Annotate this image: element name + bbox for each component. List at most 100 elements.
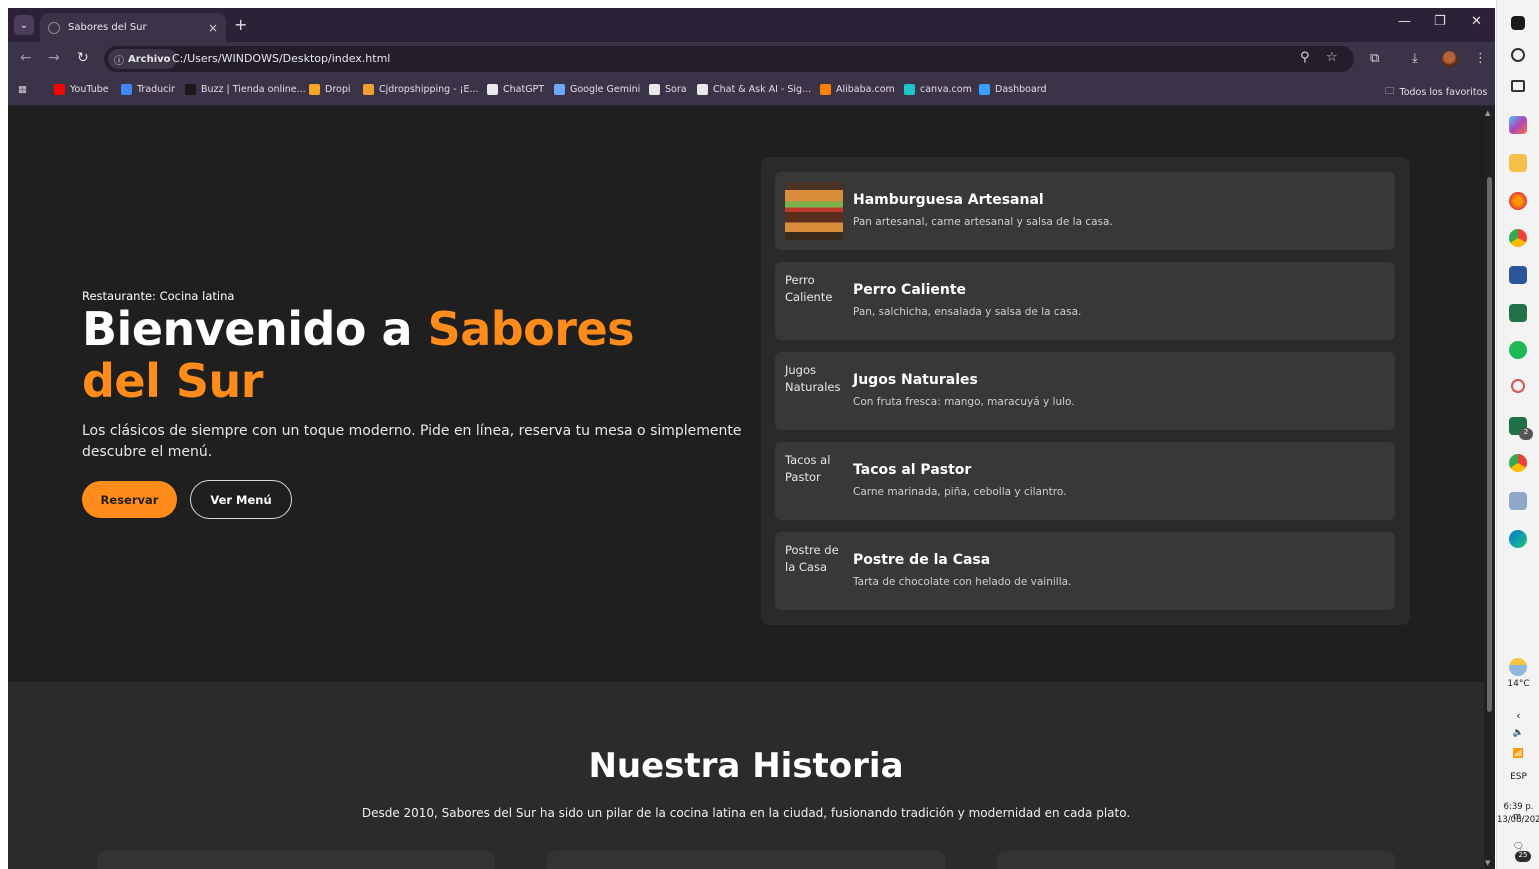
bookmark-item[interactable]: ChatGPT [487, 84, 544, 95]
menu-dots-icon[interactable]: ⋮ [1474, 51, 1487, 66]
address-bar[interactable]: ⓘ Archivo C:/Users/WINDOWS/Desktop/index… [104, 46, 1354, 72]
menu-item-description: Con fruta fresca: mango, maracuyá y lulo… [853, 396, 1075, 408]
bookmark-label: ChatGPT [503, 84, 545, 95]
bookmark-favicon-icon [820, 84, 831, 95]
menu-item-name: Tacos al Pastor [853, 462, 972, 478]
bookmark-label: Alibaba.com [836, 84, 895, 95]
bookmark-item[interactable]: Dashboard [979, 84, 1047, 95]
reserve-button[interactable]: Reservar [82, 481, 177, 518]
bookmark-item[interactable]: Buzz | Tienda online... [185, 84, 306, 95]
copilot-icon[interactable] [1509, 116, 1527, 134]
menu-card[interactable]: Postre de la Casa Postre de la Casa Tarta … [775, 532, 1395, 610]
forward-icon[interactable]: → [48, 50, 60, 66]
wifi-icon[interactable]: 📶 [1497, 749, 1539, 759]
firefox-icon[interactable] [1509, 192, 1527, 210]
extensions-icon[interactable]: ⧉ [1370, 51, 1379, 66]
bookmark-item[interactable]: Cjdropshipping - ¡E... [363, 84, 479, 95]
zoom-icon[interactable]: ⚲ [1300, 50, 1310, 65]
restore-icon[interactable]: ❐ [1434, 14, 1446, 29]
all-favorites[interactable]: 🗀 Todos los favoritos [1385, 84, 1487, 100]
globe-icon [48, 21, 60, 34]
menu-card[interactable]: Perro Caliente Perro Caliente Pan, salchic… [775, 262, 1395, 340]
apps-grid-icon[interactable]: ▦ [18, 84, 27, 95]
tab-title: Sabores del Sur [68, 22, 147, 33]
bookmark-label: Buzz | Tienda online... [201, 84, 306, 95]
site-info-label: Archivo [128, 53, 171, 65]
bookmark-favicon-icon [904, 84, 915, 95]
bookmark-favicon-icon [979, 84, 990, 95]
tab-search-button[interactable]: ⌄ [14, 15, 34, 35]
bookmark-item[interactable]: Sora [649, 84, 687, 95]
broken-image-alt-text: Jugos Naturales [785, 363, 841, 394]
volume-icon[interactable]: 🔈 [1497, 728, 1539, 738]
download-icon[interactable]: ⤓ [1412, 51, 1418, 66]
bookmark-label: Chat & Ask AI - Sig... [713, 84, 812, 95]
web-page: Restaurante: Cocina latina Bienvenido a … [8, 107, 1484, 869]
app-icon[interactable] [1511, 379, 1525, 393]
menu-card[interactable]: Jugos Naturales Jugos Naturales Con fruta … [775, 352, 1395, 430]
menu-item-image: Tacos al Pastor [785, 452, 843, 510]
app-window-icon[interactable] [1509, 492, 1527, 510]
minimize-icon[interactable]: — [1398, 14, 1411, 29]
bookmark-favicon-icon [309, 84, 320, 95]
spotify-icon[interactable] [1509, 341, 1527, 359]
hero-title: Bienvenido a Sabores del Sur [82, 303, 722, 407]
chevron-left-icon[interactable]: ‹ [1497, 709, 1539, 722]
task-view-icon[interactable] [1511, 80, 1525, 92]
bookmark-label: YouTube [70, 84, 109, 95]
bookmark-label: Traducir [137, 84, 175, 95]
menu-item-image: Postre de la Casa [785, 542, 843, 600]
menu-item-name: Hamburguesa Artesanal [853, 192, 1044, 208]
scroll-down-icon[interactable]: ▼ [1485, 859, 1490, 867]
history-title: Nuestra Historia [588, 746, 904, 786]
language-indicator[interactable]: ESP [1497, 772, 1539, 782]
history-card [547, 851, 945, 869]
scrollbar-thumb[interactable] [1487, 177, 1492, 712]
reload-icon[interactable]: ↻ [77, 50, 89, 66]
file-explorer-icon[interactable] [1509, 154, 1527, 172]
bookmarks-bar: ▦ YouTube Traducir Buzz | Tienda online...… [8, 76, 1495, 106]
excel-icon[interactable] [1509, 304, 1527, 322]
bookmark-item[interactable]: Google Gemini [554, 84, 640, 95]
site-info-chip[interactable]: ⓘ Archivo [108, 49, 177, 69]
history-section: Nuestra Historia Desde 2010, Sabores del… [8, 682, 1484, 869]
weather-icon[interactable] [1509, 658, 1527, 676]
start-icon[interactable] [1511, 16, 1525, 30]
bookmark-item[interactable]: canva.com [904, 84, 972, 95]
menu-item-name: Jugos Naturales [853, 372, 978, 388]
bookmark-label: Google Gemini [570, 84, 641, 95]
browser-toolbar: ← → ↻ ⓘ Archivo C:/Users/WINDOWS/Desktop… [8, 42, 1495, 76]
close-window-icon[interactable]: ✕ [1471, 14, 1482, 29]
bookmark-label: Cjdropshipping - ¡E... [379, 84, 479, 95]
bookmark-item[interactable]: Alibaba.com [820, 84, 895, 95]
menu-item-description: Carne marinada, piña, cebolla y cilantro… [853, 486, 1067, 498]
bookmark-favicon-icon [363, 84, 374, 95]
scroll-up-icon[interactable]: ▲ [1485, 109, 1490, 117]
view-menu-button[interactable]: Ver Menú [190, 480, 292, 519]
search-icon[interactable] [1511, 48, 1525, 62]
hero-title-prefix: Bienvenido a [82, 302, 428, 356]
tab-active[interactable]: Sabores del Sur × [40, 13, 226, 42]
edge-icon[interactable] [1509, 530, 1527, 548]
bookmark-item[interactable]: YouTube [54, 84, 109, 95]
bookmark-favicon-icon [185, 84, 196, 95]
url-text[interactable]: C:/Users/WINDOWS/Desktop/index.html [172, 52, 390, 65]
menu-card[interactable]: Tacos al Pastor Tacos al Pastor Carne mari… [775, 442, 1395, 520]
word-icon[interactable] [1509, 266, 1527, 284]
new-tab-button[interactable]: + [234, 15, 247, 34]
bookmark-star-icon[interactable]: ☆ [1326, 50, 1338, 65]
browser-window: ⌄ Sabores del Sur × + — ❐ ✕ ← → ↻ ⓘ Arch… [8, 8, 1495, 869]
bookmark-item[interactable]: Traducir [121, 84, 175, 95]
chrome-profile-icon[interactable] [1509, 454, 1527, 472]
menu-item-description: Pan artesanal, carne artesanal y salsa d… [853, 216, 1113, 228]
tab-close-icon[interactable]: × [208, 21, 218, 35]
bookmark-item[interactable]: Dropi [309, 84, 351, 95]
broken-image-alt-text: Postre de la Casa [785, 543, 839, 574]
bookmark-item[interactable]: Chat & Ask AI - Sig... [697, 84, 811, 95]
chrome-icon[interactable] [1509, 229, 1527, 247]
menu-card[interactable]: Hamburguesa Artesanal Pan artesanal, carn… [775, 172, 1395, 250]
back-icon[interactable]: ← [20, 50, 32, 66]
profile-avatar[interactable] [1442, 51, 1458, 67]
page-scrollbar[interactable]: ▲ ▼ [1484, 107, 1495, 869]
clock-date[interactable]: 13/08/202 [1497, 815, 1539, 825]
